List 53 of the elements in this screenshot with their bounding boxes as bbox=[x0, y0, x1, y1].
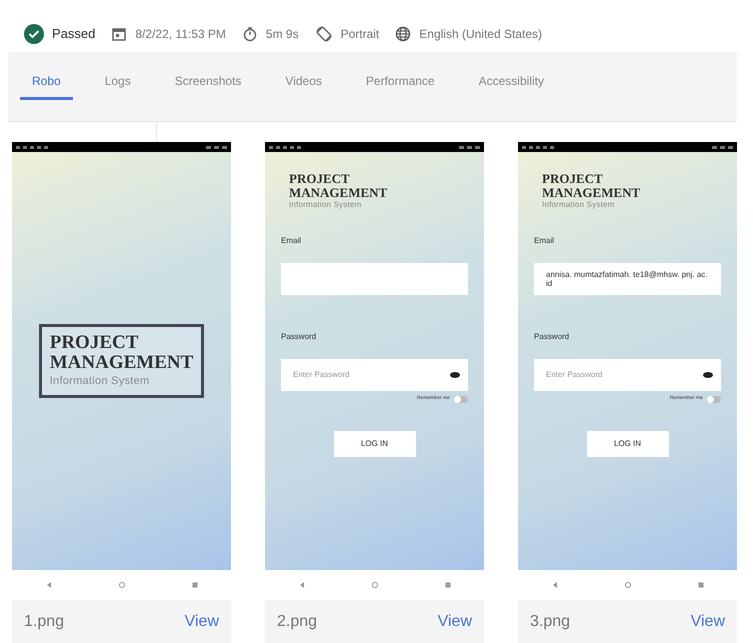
status-text: Passed bbox=[52, 25, 96, 44]
logo-subtitle: Information System bbox=[50, 374, 150, 389]
view-link[interactable]: View bbox=[690, 610, 725, 634]
tab[interactable]: Accessibility bbox=[466, 64, 556, 100]
remember-toggle[interactable] bbox=[454, 396, 468, 403]
calendar-icon bbox=[111, 26, 128, 42]
field-label: Email bbox=[534, 235, 556, 248]
logo-title: MANAGEMENT bbox=[50, 352, 194, 373]
logo-title: MANAGEMENT bbox=[542, 186, 642, 200]
recents-icon bbox=[192, 582, 198, 588]
login-button[interactable]: LOG IN bbox=[586, 430, 668, 457]
home-icon bbox=[372, 582, 378, 588]
view-link[interactable]: View bbox=[184, 610, 219, 634]
recents-icon bbox=[444, 582, 450, 588]
logo-title: MANAGEMENT bbox=[289, 186, 388, 200]
logo-title: PROJECT bbox=[542, 172, 604, 186]
file-name: 3.png bbox=[530, 612, 570, 632]
logo-subtitle: Information System bbox=[542, 199, 616, 212]
password-field[interactable]: Enter Password bbox=[534, 359, 721, 392]
recents-icon bbox=[698, 582, 704, 588]
tab[interactable]: Videos bbox=[273, 64, 334, 100]
password-field[interactable]: Enter Password bbox=[281, 359, 468, 392]
eye-icon bbox=[450, 372, 460, 378]
home-icon bbox=[118, 582, 124, 588]
email-field[interactable] bbox=[281, 263, 468, 296]
tab[interactable]: Screenshots bbox=[162, 64, 254, 100]
summary-text: Portrait bbox=[340, 26, 380, 43]
back-icon bbox=[46, 582, 52, 588]
file-name: 1.png bbox=[24, 612, 64, 632]
tab[interactable]: Robo bbox=[20, 64, 73, 100]
tab[interactable]: Logs bbox=[92, 64, 143, 100]
summary-text: 5m 9s bbox=[266, 26, 299, 43]
field-label: Password bbox=[281, 331, 318, 344]
tab[interactable]: Performance bbox=[354, 64, 447, 100]
logo-title: PROJECT bbox=[50, 332, 140, 353]
timer-icon bbox=[242, 26, 258, 42]
home-icon bbox=[624, 582, 630, 588]
remember-toggle[interactable] bbox=[707, 396, 721, 403]
globe-icon bbox=[395, 26, 412, 42]
eye-icon bbox=[703, 372, 713, 378]
summary-text: English (United States) bbox=[419, 26, 542, 43]
field-label: Email bbox=[281, 235, 302, 248]
rotation-icon bbox=[314, 25, 333, 43]
login-button[interactable]: LOG IN bbox=[334, 430, 416, 457]
summary-text: 8/2/22, 11:53 PM bbox=[135, 26, 226, 43]
field-label: Password bbox=[534, 331, 570, 344]
back-icon bbox=[552, 582, 558, 588]
back-icon bbox=[298, 582, 304, 588]
logo-subtitle: Information System bbox=[289, 199, 363, 212]
logo-title: PROJECT bbox=[289, 172, 351, 186]
file-name: 2.png bbox=[277, 612, 318, 632]
email-field[interactable]: annisa. mumtazfatimah. te18@mhsw. pnj. ac. id bbox=[534, 263, 721, 296]
view-link[interactable]: View bbox=[438, 610, 472, 634]
